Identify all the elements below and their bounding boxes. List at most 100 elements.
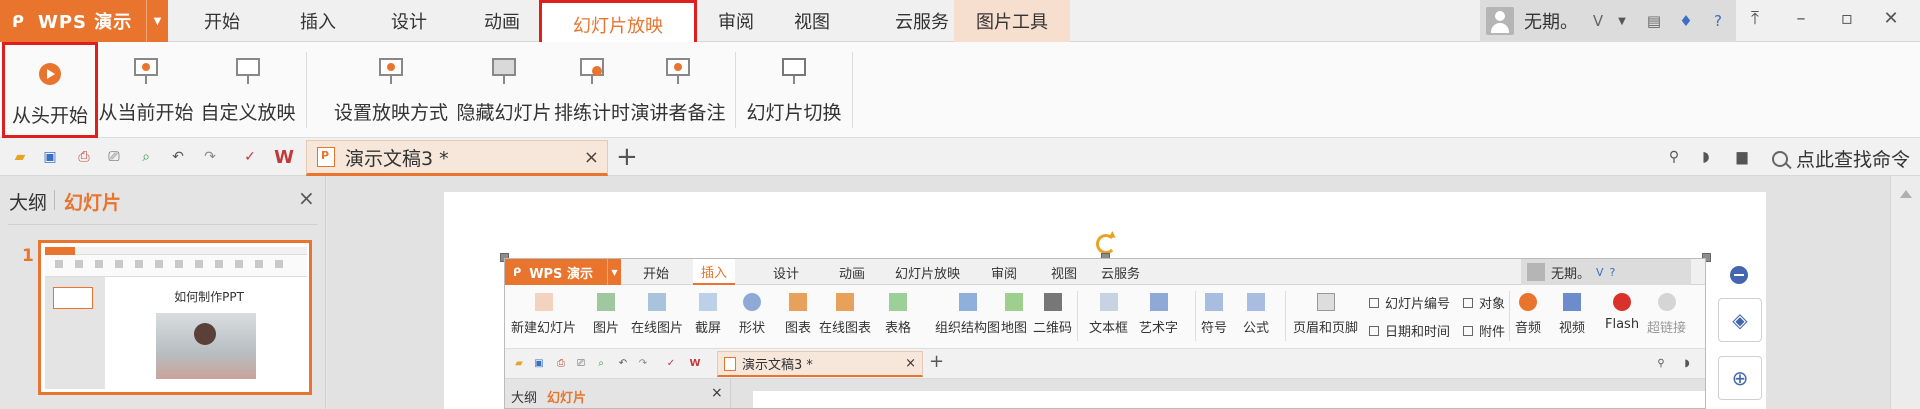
thumb-ribbon (45, 255, 307, 277)
vertical-scrollbar[interactable] (1890, 176, 1920, 409)
pic-ribbon-button: 视频 (1559, 285, 1585, 349)
online-chart-icon (836, 293, 854, 311)
pin-icon[interactable]: ⚲ (1664, 147, 1684, 167)
pic-button-label: 表格 (885, 321, 912, 336)
speaker-notes-button[interactable]: 演讲者备注 (630, 42, 726, 138)
pic-ribbon-button: 音频 (1515, 285, 1541, 349)
restore-ribbon-icon[interactable]: ⤒ (1740, 8, 1770, 29)
start-from-current-button[interactable]: 从当前开始 (98, 42, 194, 138)
wordart-icon (1149, 293, 1168, 311)
button-label: 隐藏幻灯片 (456, 102, 552, 124)
redo-icon[interactable]: ↷ (200, 147, 220, 167)
open-folder-icon[interactable]: ▰ (10, 147, 30, 167)
label-icon[interactable]: ◗ (1696, 147, 1716, 167)
panel-tabs: 大纲 幻灯片 × (0, 176, 326, 224)
pic-tab: 视图 (1051, 266, 1078, 282)
tab-insert[interactable]: 插入 (282, 0, 354, 42)
button-label: 排练计时 (553, 102, 630, 124)
scroll-up-icon[interactable] (1900, 190, 1912, 198)
menu-bar: ᑭ WPS 演示 ▼ 开始 插入 设计 动画 幻灯片放映 审阅 视图 云服务 图… (0, 0, 1920, 50)
pic-button-label: 超链接 (1647, 321, 1687, 336)
pic-ribbon-button: 新建幻灯片 (511, 285, 576, 349)
pi-formula-icon (1247, 293, 1265, 311)
chart-icon (789, 293, 807, 311)
picture-icon (597, 293, 615, 311)
close-icon[interactable]: ✕ (1876, 8, 1906, 29)
tab-design[interactable]: 设计 (373, 0, 445, 42)
print-icon[interactable]: ⎚ (104, 147, 124, 167)
wps-home-icon[interactable]: W (274, 147, 294, 168)
pic-ribbon-button: 形状 (739, 285, 765, 349)
pic-button-label: 截屏 (695, 321, 722, 336)
save-icon[interactable]: ▣ (40, 147, 60, 167)
archive-icon[interactable]: ▤ (1642, 9, 1666, 33)
ribbon: 从头开始 从当前开始 自定义放映 设置放映方式 隐藏幻灯片 排练计时 演讲者备注… (0, 42, 1920, 138)
pic-date-time: 日期和时间 (1369, 321, 1450, 340)
document-tab[interactable]: 演示文稿3 * × (306, 140, 608, 176)
pic-app-button: ᑭ WPS 演示 ▼ (505, 259, 621, 285)
tab-home[interactable]: 开始 (186, 0, 258, 42)
app-name: WPS 演示 (38, 12, 133, 33)
avatar (1527, 263, 1545, 281)
shirt-skin-icon[interactable]: ♦ (1674, 9, 1698, 33)
search-icon (1772, 150, 1788, 167)
hyperlink-icon (1657, 293, 1676, 311)
export-pdf-icon[interactable]: ⎙ (74, 147, 94, 167)
slide-transition-button[interactable]: 幻灯片切换 (746, 42, 842, 138)
rehearse-timing-button[interactable]: 排练计时 (544, 42, 640, 138)
new-tab-icon: + (929, 351, 945, 372)
button-label: 设置放映方式 (333, 102, 448, 124)
vip-icon[interactable]: V (1586, 9, 1610, 33)
close-panel-icon[interactable]: × (298, 186, 315, 210)
avatar[interactable] (1486, 7, 1514, 35)
pic-divider (1509, 291, 1510, 341)
pic-button-label: 视频 (1559, 321, 1586, 336)
layers-icon[interactable]: ◈ (1718, 298, 1762, 342)
help-icon[interactable]: ? (1706, 9, 1730, 33)
undo-icon[interactable]: ↶ (168, 147, 188, 167)
new-tab-icon[interactable]: + (616, 142, 638, 172)
vip-icon: V (1596, 265, 1604, 279)
tab-outline[interactable]: 大纲 (9, 188, 47, 215)
zoom-in-icon[interactable]: ⊕ (1718, 356, 1762, 400)
chevron-down-icon[interactable]: ▼ (146, 0, 168, 42)
pic-ribbon-button: Flash (1605, 285, 1639, 349)
start-from-beginning-button[interactable]: 从头开始 (2, 42, 98, 138)
collapse-tool-icon[interactable] (1730, 266, 1748, 284)
rotate-handle-icon[interactable] (1096, 234, 1116, 254)
customize-toolbar-icon[interactable]: ✓ (240, 147, 260, 167)
pic-divider (1285, 291, 1286, 341)
video-icon (1563, 293, 1581, 311)
pic-ribbon: 新建幻灯片 图片 在线图片 截屏 形状 图表 在线图表 表格 组织结构图 地图 … (505, 285, 1705, 349)
user-area[interactable]: 无期。 V ▼ ▤ ♦ ? (1480, 0, 1736, 42)
print-preview-icon[interactable]: ⌕ (136, 147, 156, 167)
pic-ribbon-button: 在线图片 (631, 285, 683, 349)
pic-tab: 设计 (773, 266, 800, 282)
tab-view[interactable]: 视图 (776, 0, 848, 42)
close-icon: × (711, 385, 723, 401)
pic-quick-access-bar: ▰ ▣ ⎙ ⎚ ⌕ ↶ ↷ ✓ W 演示文稿3 * × + ⚲ ◗ (505, 349, 1705, 379)
maximize-icon[interactable]: ▫ (1832, 8, 1862, 29)
tab-slides[interactable]: 幻灯片 (64, 188, 121, 215)
wps-logo-icon: ᑭ (513, 265, 522, 279)
button-label: 从当前开始 (98, 102, 194, 124)
tab-picture-tools[interactable]: 图片工具 (954, 0, 1070, 42)
pic-button-label: 在线图表 (819, 321, 872, 336)
user-name: 无期。 (1524, 12, 1578, 33)
tab-review[interactable]: 审阅 (700, 0, 772, 42)
slide-thumbnail[interactable]: 如何制作PPT (38, 240, 312, 395)
tab-animation[interactable]: 动画 (466, 0, 538, 42)
comment-icon[interactable]: ▆ (1732, 147, 1752, 167)
minimize-icon[interactable]: – (1786, 8, 1816, 29)
app-menu-button[interactable]: ᑭ WPS 演示 ▼ (0, 0, 168, 42)
close-tab-icon[interactable]: × (584, 147, 599, 168)
pic-ribbon-button: 在线图表 (819, 285, 871, 349)
custom-show-button[interactable]: 自定义放映 (200, 42, 296, 138)
pic-button-label: 二维码 (1033, 321, 1073, 336)
pic-button-label: 页眉和页脚 (1293, 321, 1359, 336)
embedded-screenshot-image[interactable]: ᑭ WPS 演示 ▼ 开始 插入 设计 动画 幻灯片放映 审阅 视图 云服务 无… (504, 258, 1706, 409)
setup-show-button[interactable]: 设置放映方式 (318, 42, 464, 138)
chevron-down-icon[interactable]: ▼ (1610, 9, 1634, 33)
pic-left-panel: 大纲 幻灯片 × (505, 379, 731, 408)
command-search[interactable]: 点此查找命令 (1772, 145, 1910, 172)
